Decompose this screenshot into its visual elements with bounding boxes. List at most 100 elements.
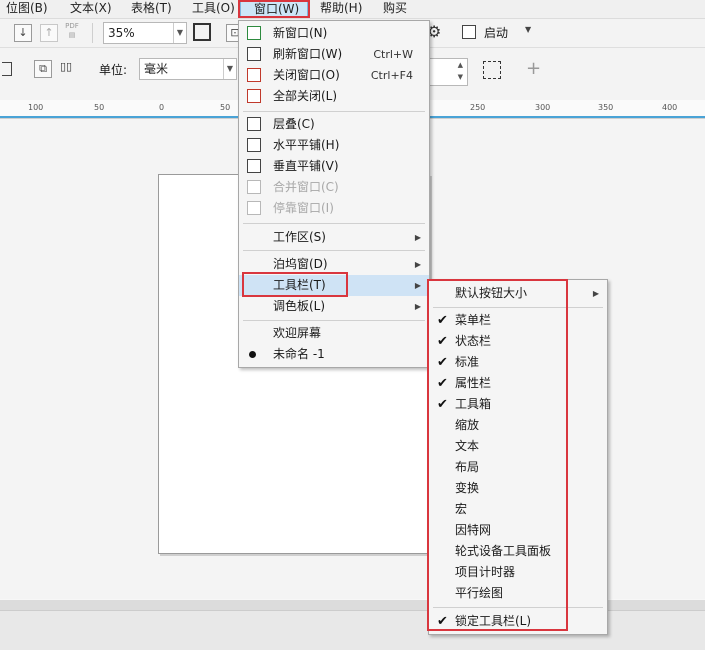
menu-item-dock-window: 停靠窗口(I) xyxy=(239,198,429,219)
menu-text[interactable]: 文本(X) xyxy=(70,0,112,18)
pdf-icon[interactable]: PDF ▤ xyxy=(64,22,80,42)
menu-item-toolbars[interactable]: 工具栏(T) ▶ xyxy=(239,275,429,296)
ruler-label: 50 xyxy=(220,103,231,112)
menu-item-tile-horizontal[interactable]: 水平平铺(H) xyxy=(239,135,429,156)
import-icon[interactable]: ↓ xyxy=(14,24,32,42)
pdf-label: PDF xyxy=(65,22,79,30)
launch-label[interactable]: 启动 xyxy=(484,24,508,41)
menu-item-shortcut: Ctrl+W xyxy=(373,48,413,61)
check-icon: ✔ xyxy=(437,313,448,328)
cascade-icon xyxy=(247,117,261,131)
menu-item-close-window[interactable]: 关闭窗口(O) Ctrl+F4 xyxy=(239,65,429,86)
chevron-down-icon: ▼ xyxy=(223,59,236,79)
launch-chevron-down-icon[interactable]: ▼ xyxy=(525,25,531,34)
fullscreen-preview-icon[interactable] xyxy=(193,23,211,41)
submenu-item-transform[interactable]: 变换 xyxy=(429,478,607,499)
merge-windows-icon xyxy=(247,180,261,194)
submenu-item-label: 轮式设备工具面板 xyxy=(455,544,552,558)
menu-item-new-window[interactable]: 新窗口(N) xyxy=(239,23,429,44)
page-orientation-icon[interactable] xyxy=(2,62,12,76)
ruler-label: 400 xyxy=(662,103,678,112)
submenu-item-label: 锁定工具栏(L) xyxy=(455,614,532,628)
submenu-item-label: 标准 xyxy=(455,355,480,369)
ruler-label: 250 xyxy=(470,103,486,112)
launch-icon[interactable] xyxy=(462,25,476,39)
menu-window[interactable]: 窗口(W) xyxy=(240,0,308,18)
ruler-label: 50 xyxy=(94,103,105,112)
submenu-item-label: 变换 xyxy=(455,481,480,495)
menu-separator xyxy=(243,223,425,224)
add-icon[interactable]: + xyxy=(526,58,541,79)
active-document-bullet-icon xyxy=(249,351,256,358)
all-pages-icon[interactable]: ⧉ xyxy=(34,60,52,78)
menu-help[interactable]: 帮助(H) xyxy=(320,0,362,18)
tile-horizontal-icon xyxy=(247,138,261,152)
menu-item-label: 工具栏(T) xyxy=(273,278,326,292)
submenu-item-parallel-drawing[interactable]: 平行绘图 xyxy=(429,583,607,604)
menu-item-workspace[interactable]: 工作区(S) ▶ xyxy=(239,227,429,248)
ruler-label: 350 xyxy=(598,103,614,112)
menu-item-shortcut: Ctrl+F4 xyxy=(370,69,413,82)
submenu-item-label: 布局 xyxy=(455,460,480,474)
spinner-down-icon[interactable]: ▼ xyxy=(458,67,463,87)
close-window-icon xyxy=(247,68,261,82)
menu-item-close-all[interactable]: 全部关闭(L) xyxy=(239,86,429,107)
submenu-item-standard[interactable]: ✔ 标准 xyxy=(429,352,607,373)
submenu-item-status-bar[interactable]: ✔ 状态栏 xyxy=(429,331,607,352)
submenu-item-zoom[interactable]: 缩放 xyxy=(429,415,607,436)
export-icon[interactable]: ↑ xyxy=(40,24,58,42)
menu-bitmap[interactable]: 位图(B) xyxy=(6,0,48,18)
menu-item-refresh-window[interactable]: 刷新窗口(W) Ctrl+W xyxy=(239,44,429,65)
submenu-item-macro[interactable]: 宏 xyxy=(429,499,607,520)
submenu-item-property-bar[interactable]: ✔ 属性栏 xyxy=(429,373,607,394)
menu-item-tile-vertical[interactable]: 垂直平铺(V) xyxy=(239,156,429,177)
submenu-item-label: 默认按钮大小 xyxy=(455,286,528,300)
bounding-box-icon[interactable] xyxy=(483,61,501,79)
submenu-item-project-timer[interactable]: 项目计时器 xyxy=(429,562,607,583)
submenu-item-menu-bar[interactable]: ✔ 菜单栏 xyxy=(429,310,607,331)
submenu-item-text[interactable]: 文本 xyxy=(429,436,607,457)
menu-item-palettes[interactable]: 调色板(L) ▶ xyxy=(239,296,429,317)
menu-item-dockers[interactable]: 泊坞窗(D) ▶ xyxy=(239,254,429,275)
menu-item-label: 合并窗口(C) xyxy=(273,180,339,194)
menu-item-cascade[interactable]: 层叠(C) xyxy=(239,114,429,135)
menu-table[interactable]: 表格(T) xyxy=(131,0,172,18)
submenu-item-label: 因特网 xyxy=(455,523,492,537)
menu-item-welcome-screen[interactable]: 欢迎屏幕 xyxy=(239,323,429,344)
menu-separator xyxy=(243,320,425,321)
menu-tools[interactable]: 工具(O) xyxy=(192,0,235,18)
ruler-label: 0 xyxy=(159,103,165,112)
submenu-item-toolbox[interactable]: ✔ 工具箱 xyxy=(429,394,607,415)
new-window-icon xyxy=(247,26,261,40)
submenu-item-internet[interactable]: 因特网 xyxy=(429,520,607,541)
submenu-item-wheel-device-panel[interactable]: 轮式设备工具面板 xyxy=(429,541,607,562)
menu-separator xyxy=(433,307,603,308)
tile-vertical-icon xyxy=(247,159,261,173)
menu-item-label: 层叠(C) xyxy=(273,117,315,131)
chevron-right-icon: ▶ xyxy=(592,289,599,298)
unit-label: 单位: xyxy=(99,63,128,77)
submenu-item-layout[interactable]: 布局 xyxy=(429,457,607,478)
menu-separator xyxy=(433,607,603,608)
unit-select[interactable]: 毫米 ▼ xyxy=(139,58,237,80)
submenu-item-label: 缩放 xyxy=(455,418,480,432)
nudge-spinner[interactable]: ▲ ▼ xyxy=(428,58,468,86)
menu-item-label: 欢迎屏幕 xyxy=(273,326,322,340)
current-page-icon[interactable]: ▯▯ xyxy=(60,60,82,78)
menu-buy[interactable]: 购买 xyxy=(383,0,407,18)
menu-bar: 位图(B) 文本(X) 表格(T) 工具(O) 窗口(W) 帮助(H) 购买 xyxy=(0,0,705,19)
menu-item-label: 调色板(L) xyxy=(273,299,326,313)
submenu-item-lock-toolbars[interactable]: ✔ 锁定工具栏(L) xyxy=(429,611,607,632)
menu-item-label: 刷新窗口(W) xyxy=(273,47,343,61)
menu-item-document-untitled[interactable]: 未命名 -1 xyxy=(239,344,429,365)
menu-item-label: 泊坞窗(D) xyxy=(273,257,328,271)
check-icon: ✔ xyxy=(437,355,448,370)
check-icon: ✔ xyxy=(437,376,448,391)
zoom-level-select[interactable]: 35% ▼ xyxy=(103,22,187,44)
close-all-icon xyxy=(247,89,261,103)
submenu-item-label: 属性栏 xyxy=(455,376,492,390)
submenu-item-label: 状态栏 xyxy=(455,334,492,348)
submenu-item-label: 宏 xyxy=(455,502,468,516)
dock-window-icon xyxy=(247,201,261,215)
submenu-item-default-button-size[interactable]: 默认按钮大小 ▶ xyxy=(429,283,607,304)
